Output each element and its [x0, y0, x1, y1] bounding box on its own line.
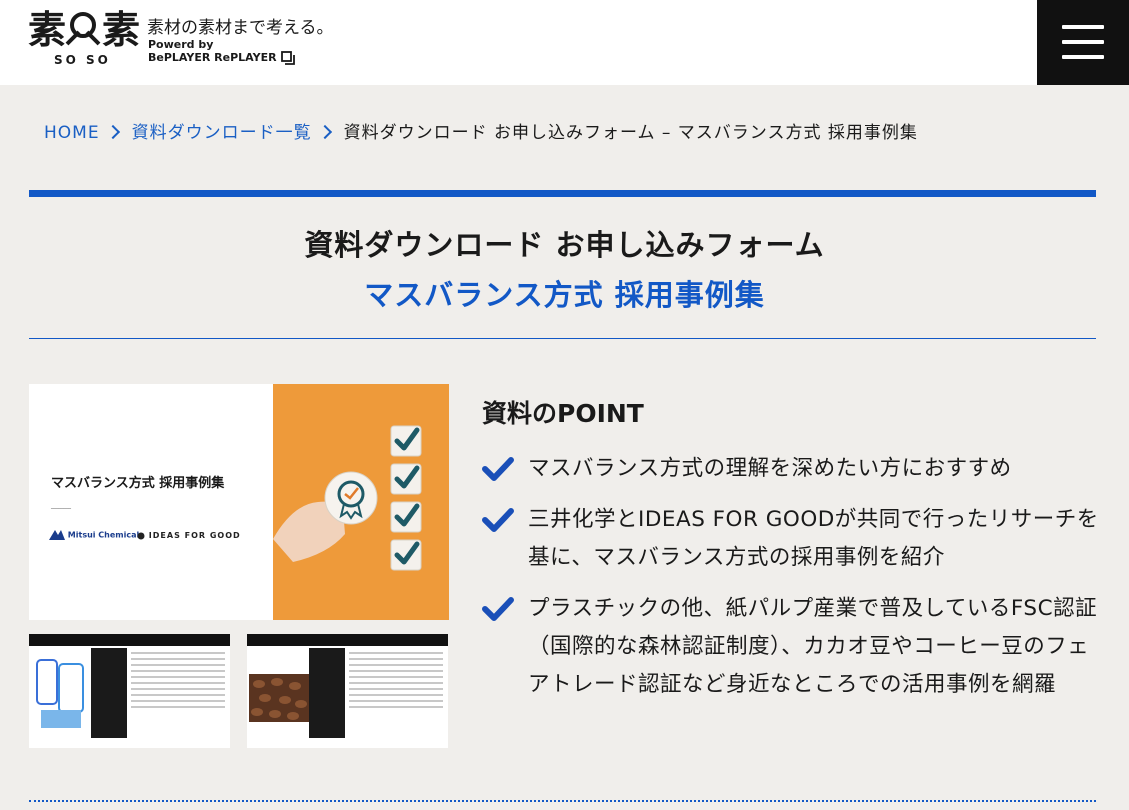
point-item: プラスチックの他、紙パルプ産業で普及しているFSC認証（国際的な森林認証制度）、…	[482, 590, 1102, 704]
soso-logo[interactable]: 素素 SO SO	[28, 10, 140, 68]
preview-thumbnail-1	[29, 634, 230, 748]
tagline: 素材の素材まで考える。	[147, 18, 334, 38]
external-link-icon	[280, 51, 295, 65]
point-item: マスバランス方式の理解を深めたい方におすすめ	[482, 450, 1102, 488]
point-item-text: 三井化学とIDEAS FOR GOODが共同で行ったリサーチを基に、マスバランス…	[528, 507, 1099, 570]
coffee-beans-image	[249, 674, 309, 722]
section-divider	[29, 800, 1096, 802]
checkmark-icon	[482, 508, 514, 532]
page-subtitle: マスバランス方式 採用事例集	[364, 278, 765, 312]
ifg-logo-text: IDEAS FOR GOOD	[148, 531, 241, 540]
logo-sub: SO SO	[54, 53, 111, 67]
mc-logo-text: Mitsui Chemicals	[67, 530, 145, 540]
logo-face-icon	[65, 12, 101, 46]
breadcrumb-home[interactable]: HOME	[44, 123, 100, 143]
powered-line-2: BePLAYER RePLAYER	[148, 51, 277, 64]
powered-by[interactable]: Powerd by BePLAYER RePLAYER	[148, 39, 295, 65]
mitsui-mark-icon	[49, 530, 65, 540]
point-item-text: プラスチックの他、紙パルプ産業で普及しているFSC認証（国際的な森林認証制度）、…	[528, 596, 1098, 697]
thumbnail-text-lines	[349, 652, 443, 712]
point-item: 三井化学とIDEAS FOR GOODが共同で行ったリサーチを基に、マスバランス…	[482, 501, 1102, 577]
thumbnail-header-bar	[29, 634, 230, 646]
checkmark-icon	[482, 597, 514, 621]
title-top-rule	[29, 190, 1096, 197]
hamburger-icon-bar-2	[1062, 40, 1104, 44]
title-bottom-rule	[29, 338, 1096, 339]
menu-button[interactable]	[1037, 0, 1129, 85]
mitsui-chemicals-logo: Mitsui Chemicals	[49, 530, 144, 540]
preview-doc-date: ________	[51, 503, 71, 509]
point-heading: 資料のPOINT	[482, 399, 644, 428]
ideas-for-good-logo: IDEAS FOR GOOD	[137, 531, 241, 540]
checkmark-icon	[482, 457, 514, 481]
thumbnail-label-column	[309, 648, 345, 738]
thumbnail-label-column	[91, 648, 127, 738]
chevron-right-icon	[317, 124, 332, 140]
ifg-mark-icon	[137, 532, 145, 539]
breadcrumb-download-list[interactable]: 資料ダウンロード一覧	[132, 123, 312, 143]
thumbnail-header-bar	[247, 634, 448, 646]
logo-char-left: 素	[28, 7, 66, 52]
logo-mark: 素素	[28, 10, 140, 50]
checklist-photo	[273, 384, 449, 620]
preview-doc-title: マスバランス方式 採用事例集	[51, 476, 225, 491]
hamburger-icon	[1062, 25, 1104, 29]
chevron-right-icon	[105, 124, 120, 140]
logo-char-right: 素	[102, 7, 140, 52]
site-header: 素素 SO SO 素材の素材まで考える。 Powerd by BePLAYER …	[0, 0, 1129, 85]
hamburger-icon-bar-3	[1062, 55, 1104, 59]
breadcrumb-current: 資料ダウンロード お申し込みフォーム – マスバランス方式 採用事例集	[343, 123, 918, 143]
checklist-blocks-illustration	[273, 425, 422, 571]
powered-line-1: Powerd by	[148, 38, 214, 51]
page-title: 資料ダウンロード お申し込みフォーム	[304, 228, 825, 262]
point-list: マスバランス方式の理解を深めたい方におすすめ 三井化学とIDEAS FOR GO…	[482, 450, 1102, 717]
preview-thumbnail-2	[247, 634, 448, 748]
point-item-text: マスバランス方式の理解を深めたい方におすすめ	[528, 456, 1012, 481]
breadcrumb: HOME 資料ダウンロード一覧 資料ダウンロード お申し込みフォーム – マスバラン…	[44, 118, 918, 143]
paper-towel-product-image	[36, 659, 84, 728]
thumbnail-text-lines	[131, 652, 225, 712]
document-preview-cover: マスバランス方式 採用事例集 ________ Mitsui Chemicals…	[29, 384, 449, 620]
